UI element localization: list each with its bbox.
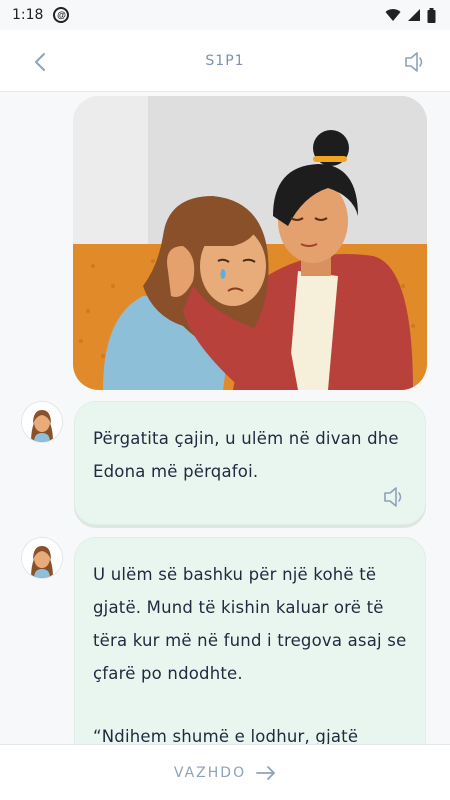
speaker-icon [384,487,402,507]
message-text: U ulëm së bashku për një kohë të gjatë. … [93,565,407,683]
hug-illustration [73,96,427,390]
continue-button[interactable]: VAZHDO [174,765,276,781]
speaker-icon [405,52,423,72]
arrow-right-icon [256,765,275,780]
narrator-avatar [22,402,62,442]
bottom-bar: VAZHDO [0,744,450,800]
battery-icon [427,7,436,23]
narrator-avatar [22,538,62,578]
message-text: Përgatita çajin, u ulëm në divan dhe Edo… [93,429,399,481]
message-bubble: U ulëm së bashku për një kohë të gjatë. … [74,537,426,744]
signal-icon [408,9,420,21]
story-illustration [73,96,427,390]
status-time: 1:18 [12,7,44,23]
status-bar: 1:18 @ [0,0,450,30]
status-icons [385,7,436,23]
woman-avatar-icon [22,538,62,578]
story-content[interactable]: Përgatita çajin, u ulëm në divan dhe Edo… [0,93,450,744]
message-text-continued: “Ndihem shumë e lodhur, gjatë gjithë [93,727,359,744]
wifi-icon [385,9,401,21]
audio-button[interactable] [402,48,430,76]
at-sign-icon: @ [53,7,70,23]
chevron-left-icon [35,53,45,71]
message-audio-button[interactable] [383,486,407,510]
back-button[interactable] [26,48,54,76]
woman-avatar-icon [22,402,62,442]
continue-label: VAZHDO [173,764,247,781]
page-title: S1P1 [205,52,245,69]
message-bubble: Përgatita çajin, u ulëm në divan dhe Edo… [74,401,426,525]
top-app-bar: S1P1 [0,30,450,92]
